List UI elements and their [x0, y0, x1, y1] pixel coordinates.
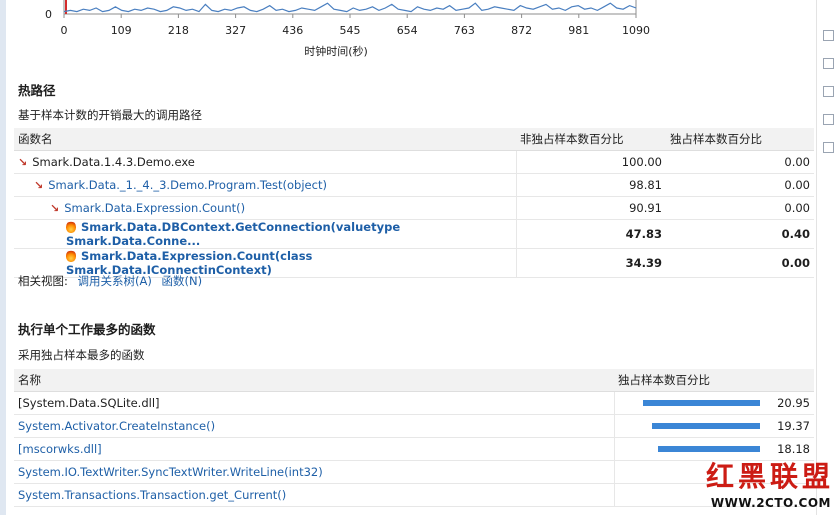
x-tick-label: 981 [568, 24, 589, 37]
percent-value: 20.95 [777, 396, 810, 410]
inclusive-percent: 47.83 [515, 219, 666, 249]
arrow-icon: ↘ [18, 156, 28, 169]
percent-bar [642, 400, 760, 406]
percent-bar [658, 446, 760, 452]
toolbar-icon[interactable] [823, 114, 834, 125]
toolbar-icon[interactable] [823, 86, 834, 97]
exclusive-percent-cell: 19.37 [613, 414, 814, 438]
percent-bar [651, 423, 760, 429]
inclusive-percent: 100.00 [515, 150, 666, 174]
inclusive-percent: 90.91 [515, 196, 666, 220]
hot-path-row[interactable]: ↘ Smark.Data._1._4._3.Demo.Program.Test(o… [14, 173, 814, 197]
x-tick-label: 218 [168, 24, 189, 37]
toolbar-icon[interactable] [823, 30, 834, 41]
function-name[interactable]: System.IO.TextWriter.SyncTextWriter.Writ… [14, 460, 614, 484]
top-function-row[interactable]: [System.Data.SQLite.dll] 20.95 [14, 391, 814, 415]
top-functions-header-row: 名称 独占样本数百分比 [14, 369, 814, 392]
hot-path-subtitle: 基于样本计数的开销最大的调用路径 [18, 108, 202, 122]
column-name[interactable]: 名称 [14, 369, 614, 392]
x-axis-label: 时钟时间(秒) [304, 44, 368, 58]
hot-path-header-row: 函数名 非独占样本数百分比 独占样本数百分比 [14, 128, 814, 151]
function-name[interactable]: System.Activator.CreateInstance() [14, 414, 614, 438]
x-tick-label: 1090 [622, 24, 650, 37]
function-name[interactable]: Smark.Data.DBContext.GetConnection(value… [66, 220, 400, 248]
related-views: 相关视图: 调用关系树(A) 函数(N) [18, 273, 202, 289]
hot-path-title: 热路径 [18, 83, 56, 98]
function-name: [System.Data.SQLite.dll] [14, 391, 614, 415]
top-functions-subtitle: 采用独占样本最多的函数 [18, 348, 145, 362]
function-name[interactable]: System.Transactions.Transaction.get_Curr… [14, 483, 614, 507]
inclusive-percent: 34.39 [515, 248, 666, 278]
exclusive-percent: 0.00 [666, 150, 814, 174]
left-panel-edge [0, 0, 6, 515]
column-exclusive-percent-2[interactable]: 独占样本数百分比 [614, 369, 814, 392]
function-name-cell: ↘ Smark.Data.Expression.Count() [14, 196, 516, 220]
top-function-row[interactable]: [mscorwks.dll] 18.18 [14, 437, 814, 461]
call-tree-link[interactable]: 调用关系树(A) [78, 274, 152, 288]
hot-path-row[interactable]: ↘ Smark.Data.1.4.3.Demo.exe 100.00 0.00 [14, 150, 814, 174]
toolbar-icon[interactable] [823, 142, 834, 153]
clock-time-chart: 00 109 218 327 436 545 654 763 872 981 1090 时钟时间(秒) [45, 0, 650, 58]
x-tick-label: 545 [340, 24, 361, 37]
arrow-icon: ↘ [50, 202, 60, 215]
related-views-label: 相关视图: [18, 274, 68, 288]
function-name-cell: ↘ Smark.Data.1.4.3.Demo.exe [14, 150, 516, 174]
arrow-icon: ↘ [34, 179, 44, 192]
x-tick-label: 654 [397, 24, 418, 37]
inclusive-percent: 98.81 [515, 173, 666, 197]
top-functions-title: 执行单个工作最多的函数 [18, 322, 156, 337]
hot-path-row[interactable]: ↘ Smark.Data.Expression.Count() 90.91 0.00 [14, 196, 814, 220]
function-name[interactable]: Smark.Data.Expression.Count() [64, 201, 245, 215]
watermark-logo: 红黑联盟 [705, 460, 834, 493]
top-function-row[interactable]: System.Activator.CreateInstance() 19.37 [14, 414, 814, 438]
x-tick-label: 872 [511, 24, 532, 37]
function-name: Smark.Data.1.4.3.Demo.exe [32, 155, 195, 169]
column-function-name[interactable]: 函数名 [14, 128, 516, 151]
exclusive-percent: 0.00 [666, 248, 814, 278]
toolbar-icon[interactable] [823, 58, 834, 69]
percent-value: 19.37 [777, 419, 810, 433]
column-inclusive-percent[interactable]: 非独占样本数百分比 [516, 128, 666, 151]
column-exclusive-percent[interactable]: 独占样本数百分比 [666, 128, 814, 151]
y-tick-label: 0 [45, 8, 52, 21]
top-functions-table: 名称 独占样本数百分比 [System.Data.SQLite.dll] 20.9… [14, 369, 814, 507]
exclusive-percent: 0.00 [666, 173, 814, 197]
top-function-row[interactable]: System.IO.TextWriter.SyncTextWriter.Writ… [14, 460, 814, 484]
x-tick-label: 763 [454, 24, 475, 37]
hot-path-row[interactable]: Smark.Data.DBContext.GetConnection(value… [14, 219, 814, 249]
watermark-url: WWW.2CTO.COM [710, 496, 831, 510]
function-name-cell: Smark.Data.DBContext.GetConnection(value… [14, 219, 516, 249]
exclusive-percent-cell: 20.95 [613, 391, 814, 415]
x-tick-label: 0 [61, 24, 68, 37]
right-toolbar [816, 0, 839, 515]
function-name[interactable]: [mscorwks.dll] [14, 437, 614, 461]
exclusive-percent: 0.40 [666, 219, 814, 249]
flame-icon [66, 221, 76, 233]
function-name-cell: ↘ Smark.Data._1._4._3.Demo.Program.Test(o… [14, 173, 516, 197]
x-tick-label: 436 [282, 24, 303, 37]
x-tick-label: 327 [225, 24, 246, 37]
function-name[interactable]: Smark.Data._1._4._3.Demo.Program.Test(ob… [48, 178, 327, 192]
percent-value: 18.18 [777, 442, 810, 456]
x-tick-label: 109 [111, 24, 132, 37]
exclusive-percent: 0.00 [666, 196, 814, 220]
functions-link[interactable]: 函数(N) [162, 274, 203, 288]
hot-path-table: 函数名 非独占样本数百分比 独占样本数百分比 ↘ Smark.Data.1.4.3… [14, 128, 814, 278]
flame-icon [66, 250, 76, 262]
top-function-row[interactable]: System.Transactions.Transaction.get_Curr… [14, 483, 814, 507]
